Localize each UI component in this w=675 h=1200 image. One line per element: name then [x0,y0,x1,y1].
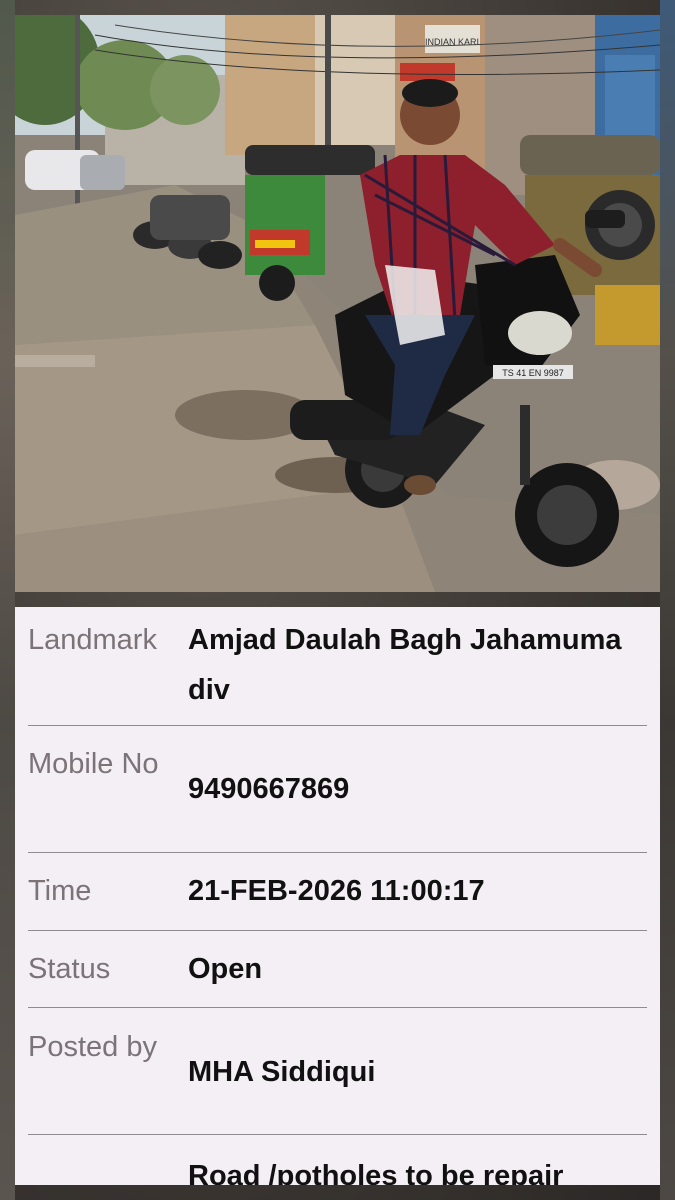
complaint-details-card: Landmark Amjad Daulah Bagh Jahamuma div … [15,607,660,1185]
posted-by-label: Posted by [28,1031,157,1063]
posted-by-value: MHA Siddiqui [188,1056,376,1088]
detail-row-posted-by: Posted by MHA Siddiqui [28,1008,647,1135]
mobile-label: Mobile No [28,748,159,780]
time-value: 21-FEB-2026 11:00:17 [188,875,485,907]
status-label: Status [28,953,111,985]
landmark-value: Amjad Daulah Bagh Jahamuma div [188,624,622,706]
license-plate-text: TS 41 EN 9987 [502,368,564,378]
detail-row-mobile: Mobile No 9490667869 [28,726,647,853]
status-value: Open [188,953,263,985]
detail-row-landmark: Landmark Amjad Daulah Bagh Jahamuma div [28,607,647,726]
description-value: Road /potholes to be repair [188,1160,564,1185]
detail-row-description: Road /potholes to be repair [28,1135,647,1185]
landmark-label: Landmark [28,624,157,656]
detail-row-time: Time 21-FEB-2026 11:00:17 [28,853,647,931]
time-label: Time [28,875,92,907]
background-edge-left [0,0,15,1200]
mobile-value: 9490667869 [188,773,350,805]
background-edge-right [660,0,675,1200]
complaint-photo: INDIAN KARI TS 41 EN 9987 [15,15,660,592]
detail-row-status: Status Open [28,931,647,1008]
